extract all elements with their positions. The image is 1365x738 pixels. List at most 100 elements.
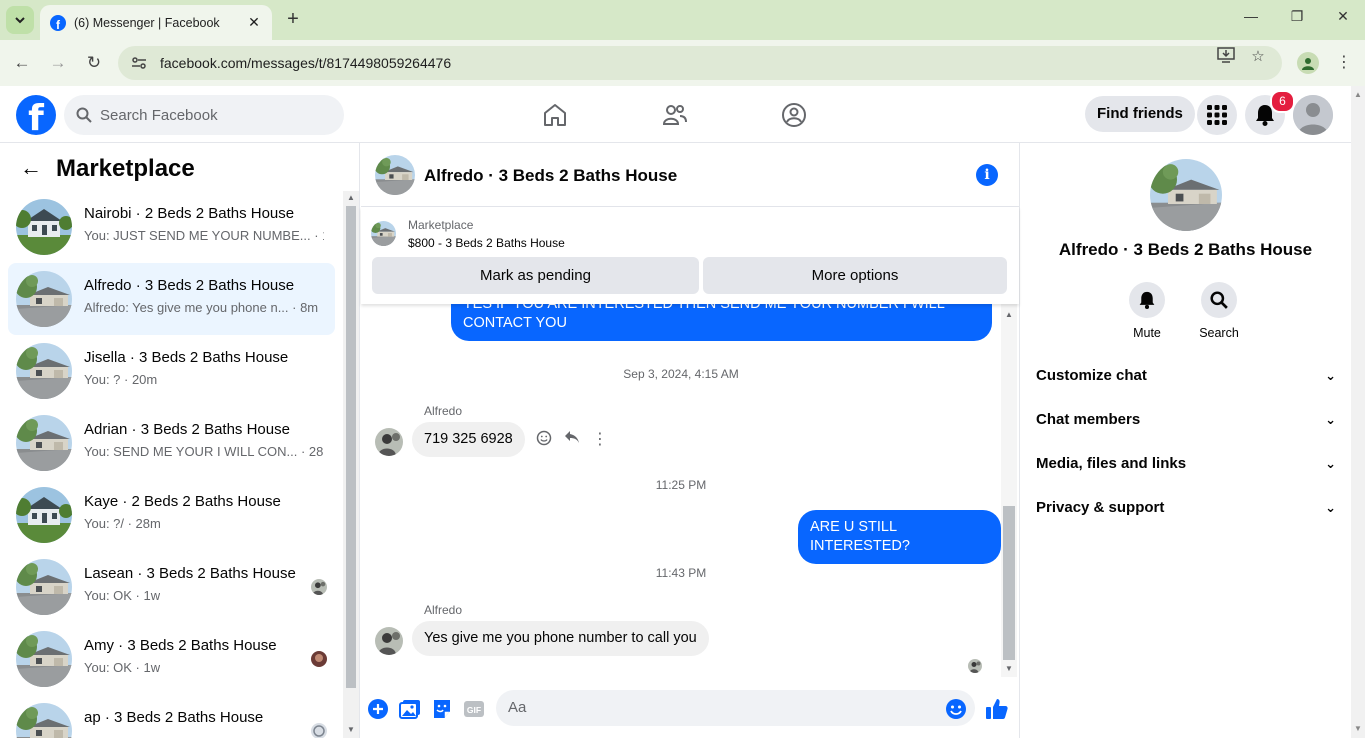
gif-icon[interactable]: GIF (463, 698, 485, 720)
read-receipt-avatar (968, 659, 982, 673)
conversation-name: Lasean · 3 Beds 2 Baths House (84, 565, 296, 582)
scroll-up-arrow-icon[interactable]: ▲ (347, 193, 355, 202)
back-arrow-icon[interactable]: ← (20, 157, 42, 179)
page-scrollbar[interactable]: ▲ ▼ (1351, 86, 1365, 738)
close-tab-icon[interactable]: ✕ (246, 14, 262, 31)
marketplace-header: ← Marketplace (0, 143, 359, 191)
customize-chat-section[interactable]: Customize chat ⌄ (1036, 356, 1336, 396)
forward-icon[interactable]: → (46, 51, 70, 75)
chat-title[interactable]: Alfredo · 3 Beds 2 Baths House (424, 166, 677, 186)
conversation-list-pane: ← Marketplace Nairobi · 2 Beds 2 Baths H… (0, 143, 360, 738)
search-placeholder: Search Facebook (100, 106, 218, 124)
scroll-down-arrow-icon[interactable]: ▼ (1005, 664, 1013, 673)
scrollbar-thumb[interactable] (1003, 506, 1015, 660)
back-icon[interactable]: ← (10, 51, 34, 75)
add-plus-icon[interactable] (367, 698, 389, 720)
install-app-icon[interactable] (1216, 47, 1236, 67)
menu-grid-button[interactable] (1197, 95, 1237, 135)
details-avatar[interactable] (1150, 159, 1222, 231)
emoji-icon[interactable] (945, 698, 967, 720)
scroll-up-arrow-icon[interactable]: ▲ (1005, 310, 1013, 319)
outgoing-message[interactable]: YES IF YOU ARE INTERESTED THEN SEND ME Y… (451, 304, 992, 341)
conversation-item[interactable]: ap · 3 Beds 2 Baths House (8, 695, 335, 738)
conversation-item[interactable]: Alfredo · 3 Beds 2 Baths House Alfredo: Y… (8, 263, 335, 335)
close-window-icon[interactable]: ✕ (1331, 8, 1355, 25)
chevron-down-icon (15, 17, 25, 24)
chat-members-section[interactable]: Chat members ⌄ (1036, 400, 1336, 440)
search-facebook-input[interactable]: Search Facebook (64, 95, 344, 135)
scroll-down-arrow-icon[interactable]: ▼ (347, 725, 355, 734)
message-list: YES IF YOU ARE INTERESTED THEN SEND ME Y… (361, 304, 1001, 684)
browser-tab[interactable]: f (6) Messenger | Facebook ✕ (40, 5, 272, 40)
photo-icon[interactable] (399, 698, 421, 720)
conversation-item[interactable]: Nairobi · 2 Beds 2 Baths House You: JUST … (8, 191, 335, 263)
sticker-icon[interactable] (431, 698, 453, 720)
tab-search-button[interactable] (6, 6, 34, 34)
conversation-list-scrollbar[interactable]: ▲ ▼ (343, 191, 359, 738)
svg-text:GIF: GIF (467, 705, 481, 715)
mark-as-pending-button[interactable]: Mark as pending (372, 257, 699, 294)
scroll-up-arrow-icon[interactable]: ▲ (1354, 90, 1362, 99)
section-label: Chat members (1036, 411, 1141, 428)
account-avatar[interactable] (1293, 95, 1333, 135)
restore-icon[interactable]: ❐ (1285, 8, 1309, 25)
groups-icon[interactable] (781, 102, 807, 128)
chat-header: Alfredo · 3 Beds 2 Baths House i (361, 143, 1019, 207)
message-sender: Alfredo (424, 603, 463, 617)
message-list-scrollbar[interactable]: ▲ ▼ (1001, 304, 1017, 677)
more-options-button[interactable]: More options (703, 257, 1007, 294)
chrome-profile-icon[interactable] (1297, 52, 1319, 74)
privacy-support-section[interactable]: Privacy & support ⌄ (1036, 488, 1336, 528)
conversation-name: ap · 3 Beds 2 Baths House (84, 709, 264, 726)
marketplace-listing-card: Marketplace $800 - 3 Beds 2 Baths House … (361, 207, 1019, 304)
search-in-chat-button[interactable]: Search (1189, 282, 1249, 340)
home-icon[interactable] (542, 102, 568, 128)
scrollbar-thumb[interactable] (346, 206, 356, 688)
address-bar[interactable]: facebook.com/messages/t/8174498059264476 (118, 46, 1282, 80)
seen-by-avatar (311, 723, 327, 738)
message-input[interactable]: Aa (496, 690, 975, 726)
sender-avatar[interactable] (375, 428, 403, 456)
more-actions-icon[interactable]: ⋮ (590, 430, 610, 450)
listing-price-title[interactable]: $800 - 3 Beds 2 Baths House (408, 236, 565, 250)
conversation-item[interactable]: Lasean · 3 Beds 2 Baths House You: OK · 1… (8, 551, 335, 623)
conversation-thumbnail (16, 703, 72, 738)
thumbs-up-icon[interactable] (985, 697, 1009, 721)
timestamp: 11:25 PM (655, 478, 707, 492)
facebook-favicon-icon: f (50, 14, 66, 31)
bookmark-star-icon[interactable]: ☆ (1248, 47, 1268, 67)
incoming-message[interactable]: Yes give me you phone number to call you (412, 621, 709, 656)
conversation-item[interactable]: Amy · 3 Beds 2 Baths House You: OK · 1w (8, 623, 335, 695)
friends-icon[interactable] (662, 102, 688, 128)
listing-thumbnail[interactable] (371, 221, 396, 246)
outgoing-message[interactable]: ARE U STILL INTERESTED? (798, 510, 1001, 564)
conversation-item[interactable]: Jisella · 3 Beds 2 Baths House You: ? · 2… (8, 335, 335, 407)
conversation-thumbnail (16, 343, 72, 399)
facebook-logo-icon[interactable]: f (16, 95, 56, 135)
conversation-preview: You: OK · 1w (84, 660, 161, 675)
grid-menu-icon (1207, 105, 1227, 125)
conversation-thumbnail (16, 559, 72, 615)
site-settings-icon[interactable] (128, 52, 150, 74)
chat-avatar[interactable] (375, 155, 415, 195)
conversation-name: Kaye · 2 Beds 2 Baths House (84, 493, 281, 510)
conversation-item[interactable]: Adrian · 3 Beds 2 Baths House You: SEND M… (8, 407, 335, 479)
reload-icon[interactable]: ↻ (82, 51, 106, 75)
search-icon (1210, 291, 1228, 309)
scroll-down-arrow-icon[interactable]: ▼ (1354, 724, 1362, 733)
conversation-name: Nairobi · 2 Beds 2 Baths House (84, 205, 295, 222)
new-tab-button[interactable]: + (282, 9, 304, 31)
find-friends-button[interactable]: Find friends (1085, 96, 1195, 132)
section-label: Privacy & support (1036, 499, 1165, 516)
url-text: facebook.com/messages/t/8174498059264476 (160, 55, 452, 71)
browser-menu-icon[interactable]: ⋮ (1334, 52, 1354, 74)
conversation-item[interactable]: Kaye · 2 Beds 2 Baths House You: ?/ · 28m (8, 479, 335, 551)
reply-icon[interactable] (562, 430, 582, 450)
minimize-icon[interactable]: — (1239, 8, 1263, 24)
react-emoji-icon[interactable] (534, 430, 554, 450)
media-files-links-section[interactable]: Media, files and links ⌄ (1036, 444, 1336, 484)
mute-button[interactable]: Mute (1117, 282, 1177, 340)
info-icon[interactable]: i (976, 164, 998, 186)
incoming-message[interactable]: 719 325 6928 (412, 422, 525, 457)
sender-avatar[interactable] (375, 627, 403, 655)
